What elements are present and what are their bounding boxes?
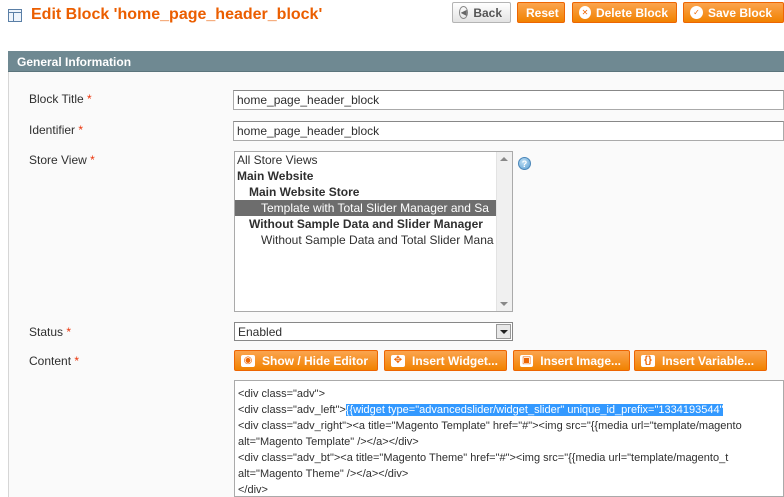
store-view-group: Main Website [237,169,314,183]
block-title-input[interactable]: home_page_header_block [233,90,784,110]
store-view-group: Main Website Store [249,185,360,199]
help-icon[interactable]: ? [518,157,531,170]
reset-button[interactable]: Reset [517,2,565,23]
back-button-label: Back [473,5,502,20]
identifier-label: Identifier * [29,123,83,137]
delete-icon: ✕ [579,6,591,19]
content-label: Content * [29,354,79,368]
insert-widget-label: Insert Widget... [412,353,498,368]
identifier-label-text: Identifier [29,123,76,137]
scroll-up-icon[interactable] [500,157,508,161]
content-line: <div class="adv"> [238,388,325,400]
store-view-option[interactable]: Without Sample Data and Total Slider Man… [235,232,496,248]
section-header[interactable]: General Information [8,51,784,72]
status-label: Status * [29,325,71,339]
store-view-multiselect[interactable]: All Store Views Main Website Main Websit… [234,151,513,312]
content-textarea[interactable]: <div class="adv"> <div class="adv_left">{… [234,380,784,497]
insert-variable-button[interactable]: {} Insert Variable... [634,350,767,371]
insert-variable-label: Insert Variable... [662,353,755,368]
block-title-value: home_page_header_block [237,93,380,107]
variable-icon: {} [641,354,655,367]
section-title: General Information [17,55,132,69]
back-icon: ◀ [459,6,469,19]
store-view-label: Store View * [29,153,95,167]
back-button[interactable]: ◀ Back [452,2,511,23]
store-view-label-text: Store View [29,153,87,167]
content-line: alt="Magento Template" /></a></div> [238,436,419,448]
status-label-text: Status [29,325,64,339]
identifier-input[interactable]: home_page_header_block [233,121,784,141]
insert-widget-button[interactable]: ✥ Insert Widget... [384,350,507,371]
store-view-options: All Store Views Main Website Main Websit… [235,152,496,311]
identifier-value: home_page_header_block [237,124,380,138]
save-block-button-label: Save Block [708,5,773,20]
scroll-down-icon[interactable] [500,302,508,306]
store-view-scrollbar[interactable] [496,152,512,311]
required-mark: * [74,354,80,368]
required-mark: * [87,92,92,106]
block-icon [8,9,22,22]
save-icon: ✓ [690,6,703,19]
content-line: alt="Magento Theme" /></a></div> [238,468,409,480]
block-title-label-text: Block Title [29,92,84,106]
content-line: <div class="adv_bt"><a title="Magento Th… [238,452,729,464]
required-mark: * [90,153,95,167]
page-header: Edit Block 'home_page_header_block' ◀ Ba… [0,0,784,34]
save-block-button[interactable]: ✓ Save Block [683,2,784,23]
show-hide-editor-button[interactable]: ◉ Show / Hide Editor [234,350,378,371]
content-line: <div class="adv_right"><a title="Magento… [238,420,742,432]
show-hide-editor-label: Show / Hide Editor [262,353,369,368]
block-title-label: Block Title * [29,92,92,106]
store-view-option-selected[interactable]: Template with Total Slider Manager and S… [235,200,496,216]
required-mark: * [78,123,84,137]
chevron-down-icon[interactable] [496,324,511,339]
content-line: <div class="adv_left">{{widget type="adv… [238,402,780,418]
insert-image-button[interactable]: ▣ Insert Image... [513,350,630,371]
delete-block-button-label: Delete Block [595,5,668,20]
page-title: Edit Block 'home_page_header_block' [31,6,323,23]
widget-icon: ✥ [391,354,405,367]
delete-block-button[interactable]: ✕ Delete Block [572,2,677,23]
content-line: </div> [238,484,268,496]
image-icon: ▣ [520,354,534,367]
store-view-group: Without Sample Data and Slider Manager [249,217,483,231]
insert-image-label: Insert Image... [540,353,621,368]
status-value: Enabled [238,325,283,339]
content-line-text: <div class="adv_left"> [238,404,346,416]
content-selection: {{widget type="advancedslider/widget_sli… [345,404,724,416]
reset-button-label: Reset [526,5,559,20]
eye-icon: ◉ [241,354,255,367]
store-view-option[interactable]: All Store Views [235,152,496,168]
content-label-text: Content [29,354,72,368]
status-select[interactable]: Enabled [234,322,513,341]
required-mark: * [66,325,72,339]
